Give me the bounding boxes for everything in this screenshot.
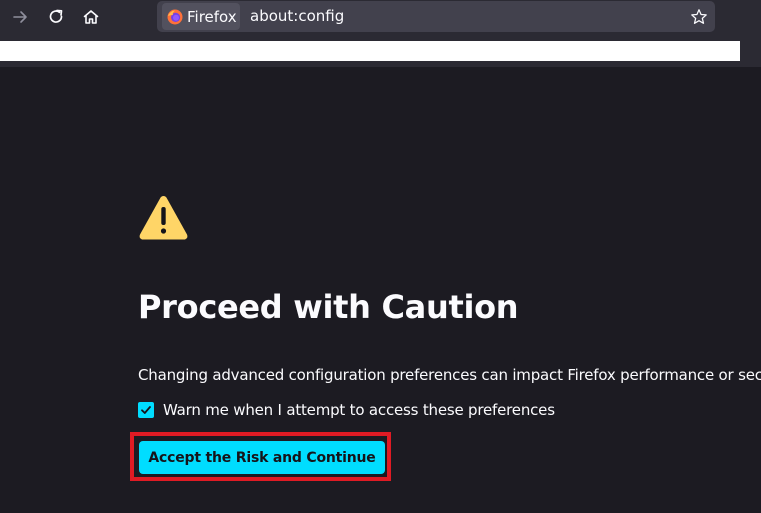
warning-triangle-icon (139, 196, 188, 240)
warn-checkbox-row[interactable]: Warn me when I attempt to access these p… (138, 400, 555, 420)
bookmark-button[interactable] (689, 7, 709, 27)
identity-box[interactable]: Firefox (162, 3, 240, 30)
back-button[interactable] (6, 3, 34, 31)
identity-label: Firefox (187, 7, 237, 26)
home-icon (83, 10, 99, 24)
warn-checkbox-label[interactable]: Warn me when I attempt to access these p… (163, 401, 555, 419)
url-bar[interactable]: Firefox about:config (157, 1, 715, 32)
checkmark-icon (141, 406, 151, 414)
warning-description: Changing advanced configuration preferen… (138, 366, 761, 384)
home-button[interactable] (77, 3, 105, 31)
firefox-logo-icon (167, 9, 183, 24)
reload-button[interactable] (42, 3, 70, 31)
arrow-back-icon (13, 11, 27, 23)
star-icon (691, 9, 707, 24)
browser-toolbar: Firefox about:config (0, 0, 761, 34)
accept-risk-button[interactable]: Accept the Risk and Continue (139, 441, 385, 474)
reload-icon (49, 9, 63, 23)
warn-checkbox[interactable] (138, 402, 154, 418)
page-title: Proceed with Caution (138, 288, 519, 326)
url-text[interactable]: about:config (250, 7, 344, 25)
blank-strip (0, 41, 740, 61)
